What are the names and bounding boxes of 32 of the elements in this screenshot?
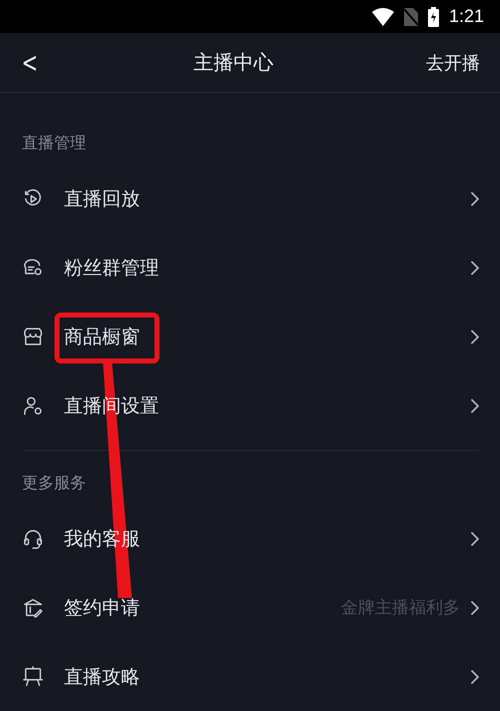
menu-item-label: 直播回放 [64,186,141,212]
chevron-icon [470,600,480,616]
back-button[interactable]: < [22,46,38,79]
headset-icon [22,528,44,550]
chevron-icon [470,190,480,206]
menu-item[interactable]: 签约申请 金牌主播福利多 [22,573,480,642]
chevron-icon [470,260,480,276]
page-title: 主播中心 [194,49,274,76]
chevron-icon [470,328,480,344]
menu-item-label: 商品橱窗 [64,324,141,350]
menu-item[interactable]: 粉丝群管理 [0,233,500,302]
status-time: 1:21 [448,6,484,27]
menu-item-label: 直播攻略 [64,664,141,690]
menu-item-label: 粉丝群管理 [64,256,160,280]
section-title: 更多服务 [22,472,87,494]
storefront-icon [22,326,44,348]
easel-icon [22,666,44,688]
menu-item-hint: 金牌主播福利多 [341,597,460,619]
user-settings-icon [22,394,44,416]
chevron-icon [470,668,480,684]
battery-charging-icon [428,6,439,26]
menu-item[interactable]: 直播攻略 [22,642,480,711]
menu-item-label: 签约申请 [64,596,141,620]
chevron-icon [470,398,480,414]
menu-item[interactable]: 商品橱窗 [0,302,500,371]
wifi-icon [372,8,394,26]
menu-item[interactable]: 直播回放 [0,164,500,233]
go-live-button[interactable]: 去开播 [426,50,480,74]
chevron-icon [470,530,480,546]
section-title: 直播管理 [21,132,87,154]
no-sim-icon [404,8,418,26]
contract-icon [22,596,44,618]
